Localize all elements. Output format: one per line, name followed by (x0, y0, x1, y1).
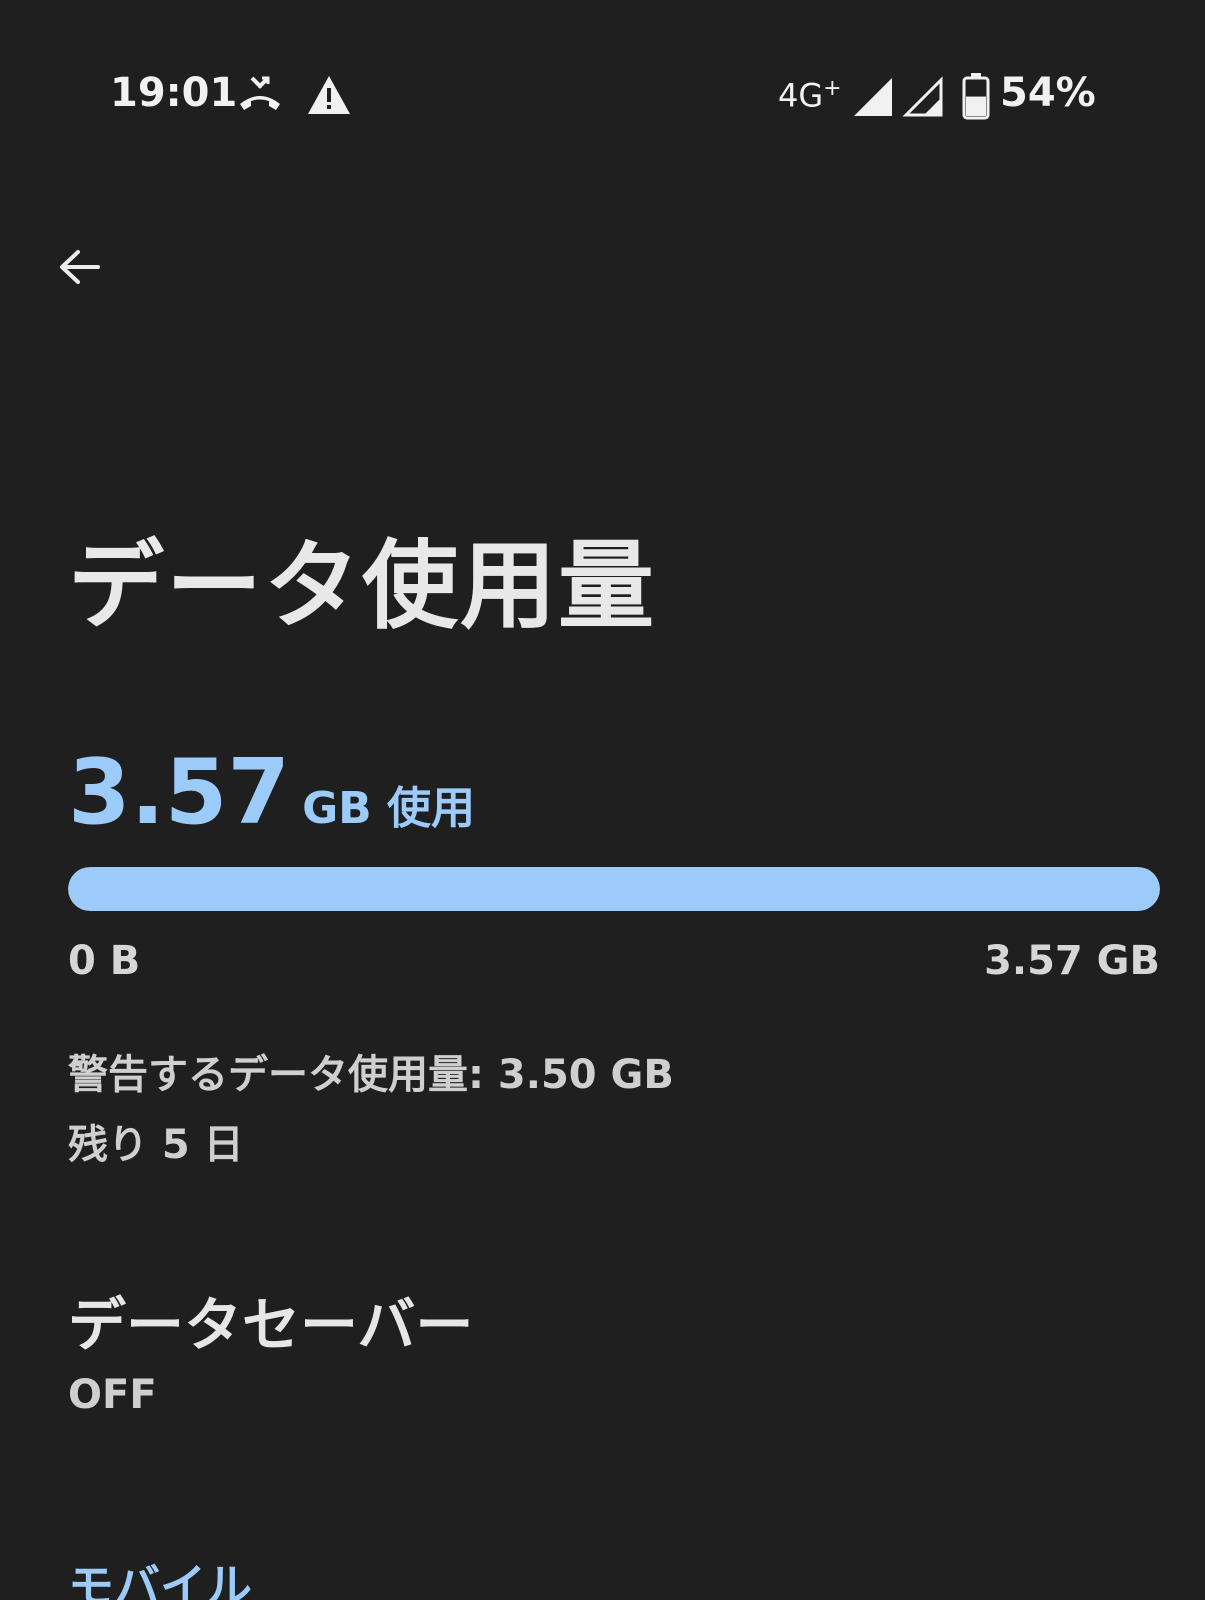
usage-progress-fill (68, 867, 1160, 911)
warning-threshold: 警告するデータ使用量: 3.50 GB (68, 1052, 674, 1098)
signal-full-icon (854, 78, 892, 116)
signal-empty-icon (902, 76, 943, 117)
range-max-label: 3.57 GB (984, 938, 1160, 984)
days-remaining: 残り 5 日 (68, 1122, 244, 1168)
battery-icon (962, 73, 990, 120)
usage-unit: GB 使用 (302, 783, 476, 834)
back-arrow-icon[interactable] (50, 240, 110, 300)
usage-amount: 3.57 (68, 740, 291, 845)
network-plus-mark: + (823, 76, 842, 101)
page-title: データ使用量 (68, 530, 656, 642)
data-saver-item[interactable]: データセーバー OFF (0, 1260, 1205, 1430)
data-usage-screen: 19:01 4G+ 54% データ使用量 3.57 GB 使用 0 B 3.57… (0, 0, 1205, 1600)
network-type-label: 4G+ (778, 76, 842, 115)
battery-percentage: 54% (1000, 70, 1096, 116)
data-saver-status: OFF (68, 1372, 157, 1418)
status-time: 19:01 (110, 70, 238, 116)
missed-call-icon (240, 76, 280, 110)
usage-progress-bar (68, 867, 1160, 911)
range-min-label: 0 B (68, 938, 141, 984)
section-header-mobile: モバイル (68, 1559, 252, 1600)
battery-fill (966, 96, 986, 116)
data-saver-title: データセーバー (68, 1291, 474, 1359)
warning-icon (308, 76, 350, 114)
network-type-text: 4G (778, 76, 824, 115)
usage-summary: 3.57 GB 使用 (68, 740, 475, 845)
status-bar: 19:01 4G+ 54% (0, 60, 1205, 140)
